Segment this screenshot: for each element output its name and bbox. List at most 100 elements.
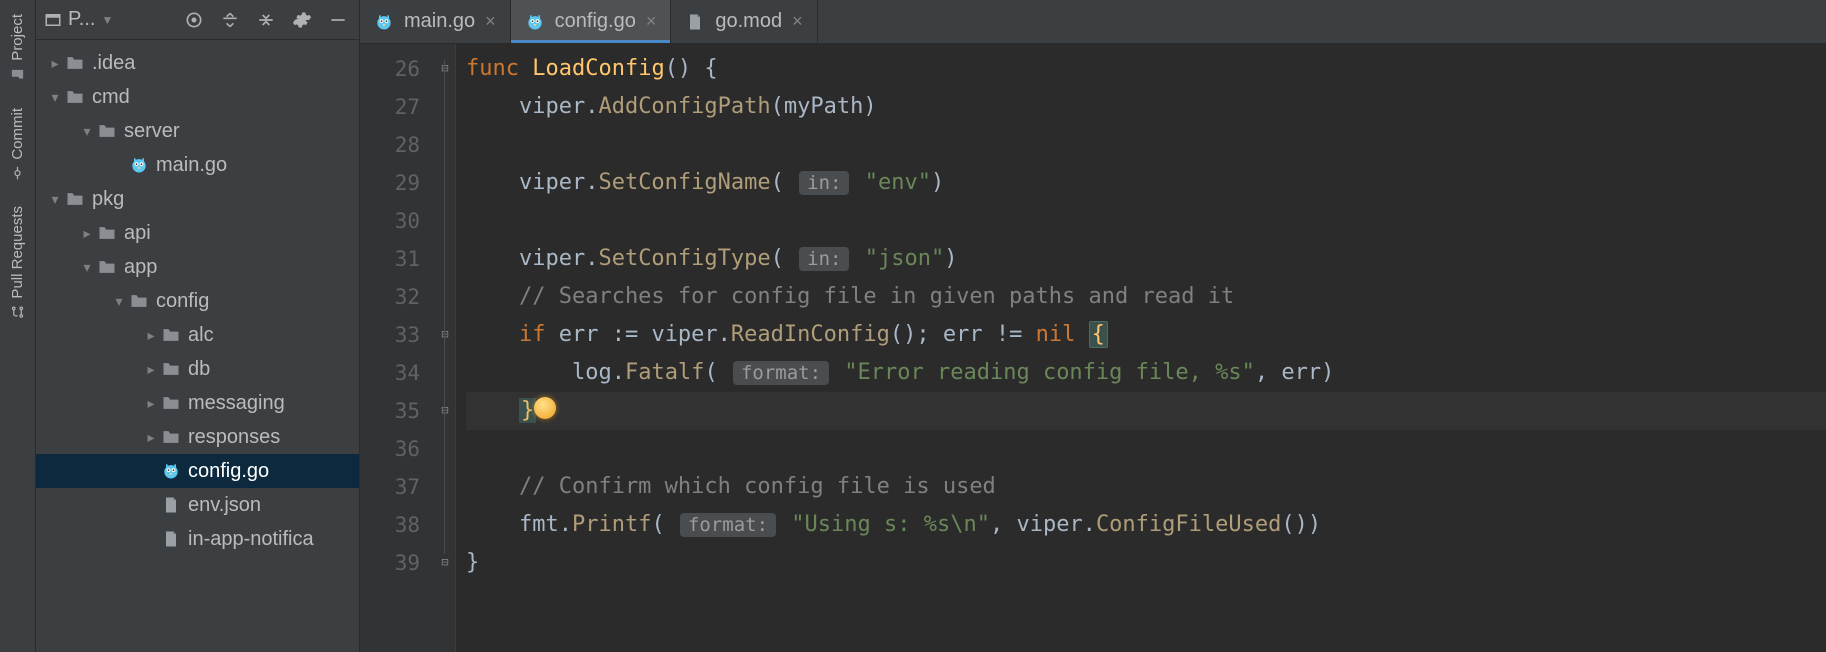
fold-marker[interactable]: ⊟ (437, 326, 453, 342)
expand-all-button[interactable] (217, 7, 243, 33)
code-line[interactable] (466, 430, 1826, 468)
line-gutter[interactable]: 2627282930313233343536373839 (360, 44, 434, 652)
tab-main-go[interactable]: main.go× (360, 0, 511, 43)
tree-item-server[interactable]: ▾ server (36, 114, 359, 148)
code-line[interactable]: fmt.Printf( format: "Using s: %s\n", vip… (466, 506, 1826, 544)
tab-config-go[interactable]: config.go × (511, 0, 672, 43)
line-number[interactable]: 34 (360, 354, 420, 392)
tool-rail: Project Commit Pull Requests (0, 0, 36, 652)
tree-item-cmd[interactable]: ▾cmd (36, 80, 359, 114)
line-number[interactable]: 37 (360, 468, 420, 506)
folder-icon (160, 358, 182, 380)
tree-item-app[interactable]: ▾app (36, 250, 359, 284)
chevron-down-icon[interactable]: ▾ (46, 190, 64, 208)
tree-item-messaging[interactable]: ▸messaging (36, 386, 359, 420)
folder-icon (96, 222, 118, 244)
project-panel-header: P... ▼ (36, 0, 359, 40)
line-number[interactable]: 26 (360, 50, 420, 88)
code-line[interactable]: viper.SetConfigType( in: "json") (466, 240, 1826, 278)
tree-item-label: main.go (156, 154, 227, 177)
code-line[interactable]: log.Fatalf( format: "Error reading confi… (466, 354, 1826, 392)
project-panel: P... ▼ ▸.idea▾cmd▾server▸main.go▾pkg▸api… (36, 0, 360, 652)
close-icon[interactable]: × (485, 11, 496, 32)
tree-item-label: env.json (188, 494, 261, 517)
code-line[interactable] (466, 202, 1826, 240)
line-number[interactable]: 28 (360, 126, 420, 164)
close-icon[interactable]: × (646, 11, 657, 32)
tree-item-config-go[interactable]: ▸config.go (36, 454, 359, 488)
tool-pull-label: Pull Requests (9, 206, 26, 299)
tree-item-config[interactable]: ▾ config (36, 284, 359, 318)
line-number[interactable]: 31 (360, 240, 420, 278)
project-view-label: P... (68, 8, 95, 31)
project-tree[interactable]: ▸.idea▾cmd▾server▸main.go▾pkg▸api▾app▾co… (36, 40, 359, 652)
file-icon (685, 12, 705, 32)
code-line[interactable] (466, 126, 1826, 164)
code-line[interactable]: func LoadConfig() { (466, 50, 1826, 88)
tab-go-mod[interactable]: go.mod× (671, 0, 817, 43)
chevron-down-icon[interactable]: ▾ (110, 292, 128, 310)
project-view-selector[interactable]: P... ▼ (44, 8, 113, 31)
tree-item-label: alc (188, 324, 214, 347)
tree-item-pkg[interactable]: ▾pkg (36, 182, 359, 216)
close-icon[interactable]: × (792, 11, 803, 32)
tree-item-main-go[interactable]: ▸main.go (36, 148, 359, 182)
chevron-right-icon[interactable]: ▸ (46, 54, 64, 72)
line-number[interactable]: 32 (360, 278, 420, 316)
folder-icon (10, 67, 25, 82)
tree-item-api[interactable]: ▸api (36, 216, 359, 250)
tool-project[interactable]: Project (9, 6, 26, 90)
chevron-right-icon[interactable]: ▸ (142, 428, 160, 446)
file-icon (160, 494, 182, 516)
chevron-right-icon[interactable]: ▸ (142, 394, 160, 412)
tree-item-env-json[interactable]: ▸env.json (36, 488, 359, 522)
line-number[interactable]: 38 (360, 506, 420, 544)
line-number[interactable]: 36 (360, 430, 420, 468)
tool-pull-requests[interactable]: Pull Requests (9, 198, 26, 328)
folder-icon (64, 188, 86, 210)
tree-item-label: config (156, 290, 209, 313)
tree-item-responses[interactable]: ▸responses (36, 420, 359, 454)
line-number[interactable]: 27 (360, 88, 420, 126)
settings-button[interactable] (289, 7, 315, 33)
intention-bulb-icon[interactable] (534, 397, 556, 419)
chevron-down-icon[interactable]: ▾ (46, 88, 64, 106)
chevron-right-icon[interactable]: ▸ (142, 360, 160, 378)
fold-marker[interactable]: ⊟ (437, 554, 453, 570)
code-line[interactable]: if err := viper.ReadInConfig(); err != n… (466, 316, 1826, 354)
code-line[interactable]: // Searches for config file in given pat… (466, 278, 1826, 316)
code-line[interactable]: viper.AddConfigPath(myPath) (466, 88, 1826, 126)
code-line[interactable]: } (466, 544, 1826, 582)
hide-panel-button[interactable] (325, 7, 351, 33)
tree-item-label: server (124, 120, 180, 143)
code-area: 2627282930313233343536373839 ⊟ ⊟ ⊟ ⊟ func L… (360, 44, 1826, 652)
chevron-down-icon[interactable]: ▾ (78, 122, 96, 140)
tree-item--idea[interactable]: ▸.idea (36, 46, 359, 80)
code-line[interactable]: viper.SetConfigName( in: "env") (466, 164, 1826, 202)
line-number[interactable]: 39 (360, 544, 420, 582)
tree-item-db[interactable]: ▸db (36, 352, 359, 386)
go-icon (160, 460, 182, 482)
fold-marker[interactable]: ⊟ (437, 60, 453, 76)
line-number[interactable]: 33 (360, 316, 420, 354)
line-number[interactable]: 29 (360, 164, 420, 202)
tab-label: config.go (555, 10, 636, 33)
line-number[interactable]: 30 (360, 202, 420, 240)
chevron-down-icon[interactable]: ▾ (78, 258, 96, 276)
tool-commit[interactable]: Commit (9, 100, 26, 189)
line-number[interactable]: 35 (360, 392, 420, 430)
folder-icon (128, 290, 150, 312)
tree-item-in-app-notifica[interactable]: ▸in-app-notifica (36, 522, 359, 556)
chevron-right-icon[interactable]: ▸ (78, 224, 96, 242)
select-opened-file-button[interactable] (181, 7, 207, 33)
code-line[interactable]: } (466, 392, 1826, 430)
commit-icon (10, 165, 25, 180)
window-icon (44, 11, 62, 29)
code-editor[interactable]: func LoadConfig() { viper.AddConfigPath(… (456, 44, 1826, 652)
chevron-right-icon[interactable]: ▸ (142, 326, 160, 344)
code-line[interactable]: // Confirm which config file is used (466, 468, 1826, 506)
fold-marker[interactable]: ⊟ (437, 402, 453, 418)
tree-item-alc[interactable]: ▸ alc (36, 318, 359, 352)
collapse-all-button[interactable] (253, 7, 279, 33)
fold-column[interactable]: ⊟ ⊟ ⊟ ⊟ (434, 44, 456, 652)
